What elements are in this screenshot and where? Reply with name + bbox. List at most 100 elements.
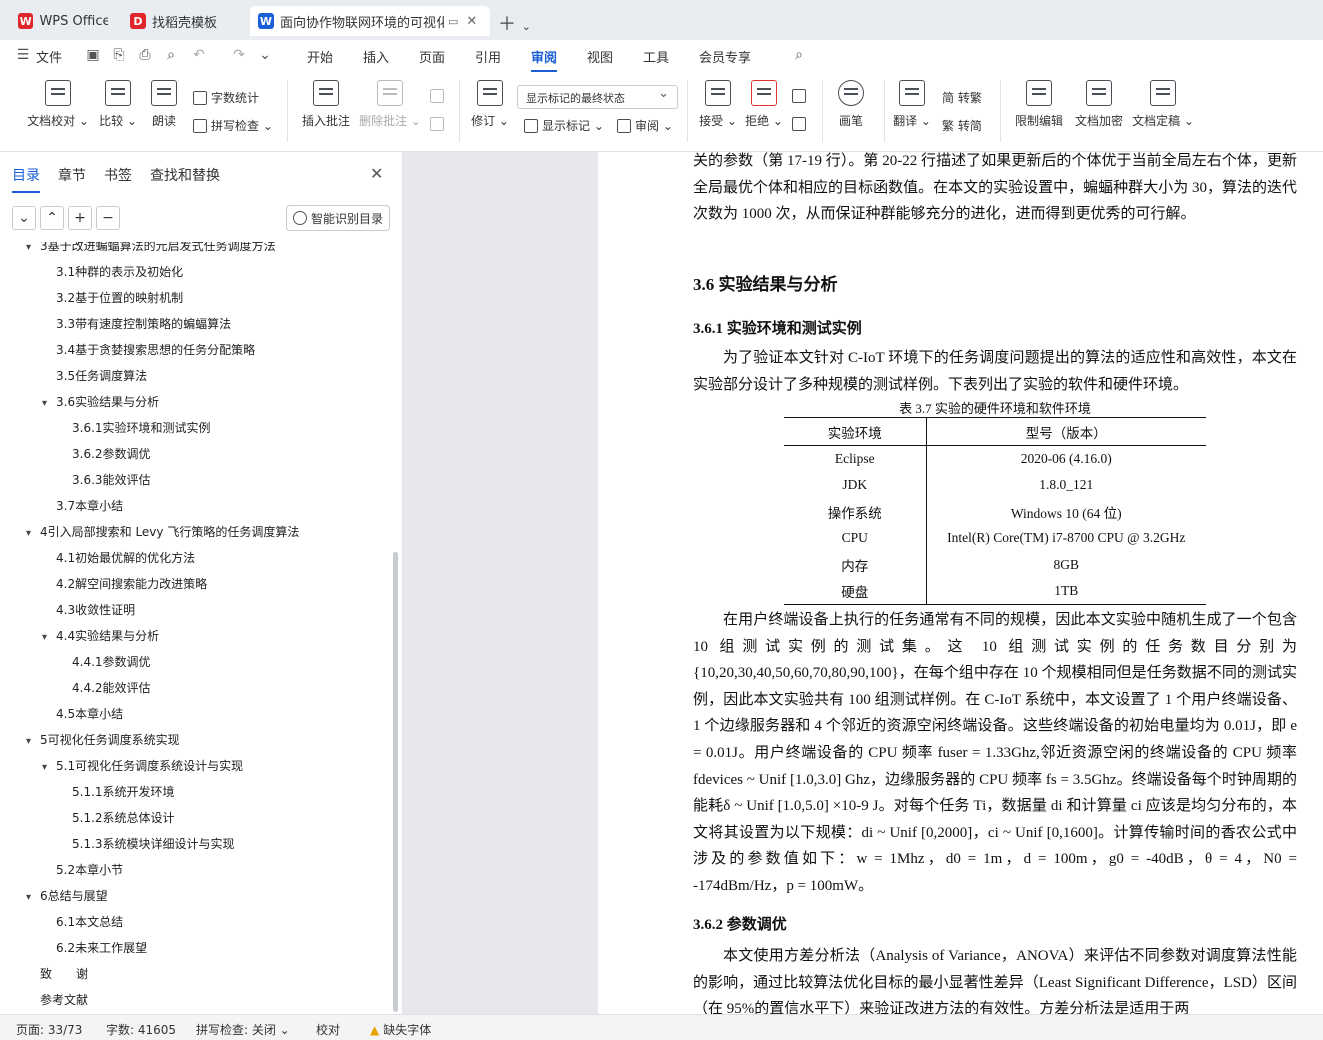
toc-item[interactable]: 4.3收敛性证明 (42, 600, 135, 620)
monitor-icon[interactable]: ▭ (448, 15, 458, 28)
next-change-button[interactable] (792, 117, 810, 131)
show-markup-button[interactable]: 显示标记 ⌄ (524, 117, 604, 134)
menu-page[interactable]: 页面 (419, 47, 445, 66)
spell-check-button[interactable]: 拼写检查 ⌄ (193, 117, 273, 134)
hamburger-menu-icon[interactable]: ☰ (14, 47, 32, 65)
toc-item[interactable]: ▾ 3基于改进蝙蝠算法的元启发式任务调度方法 (26, 242, 276, 256)
close-tab-icon[interactable]: ✕ (466, 14, 477, 29)
missing-font-status[interactable]: ▲ 缺失字体 (370, 1021, 431, 1038)
toc-item[interactable]: 3.2基于位置的映射机制 (42, 288, 183, 308)
toc-item[interactable]: ▾ 5.1可视化任务调度系统设计与实现 (42, 756, 243, 776)
new-tab-icon[interactable]: ＋ ⌄ (498, 10, 531, 36)
chevron-down-icon[interactable]: ▾ (26, 732, 40, 752)
chevron-down-icon[interactable]: ▾ (26, 888, 40, 908)
pen-button[interactable]: 画笔 (823, 80, 879, 129)
prev-change-button[interactable] (792, 89, 810, 103)
toc-item[interactable]: 3.6.1实验环境和测试实例 (58, 418, 211, 438)
restrict-editing-button[interactable]: 限制编辑 (1008, 80, 1070, 129)
spell-check-status[interactable]: 拼写检查: 关闭 ⌄ (196, 1021, 290, 1038)
toc-item[interactable]: 5.1.1系统开发环境 (58, 782, 175, 802)
insert-comment-button[interactable]: 插入批注 (297, 80, 355, 129)
document-page[interactable]: 关的参数（第 17-19 行）。第 20-22 行描述了如果更新后的个体优于当前… (598, 152, 1323, 1014)
toc-item[interactable]: 4.1初始最优解的优化方法 (42, 548, 195, 568)
remove-heading-icon[interactable]: − (96, 206, 120, 230)
chevron-down-icon[interactable]: ▾ (42, 758, 56, 778)
review-pane-button[interactable]: 审阅 ⌄ (617, 117, 673, 134)
print-preview-icon[interactable]: ⌕ (162, 47, 180, 65)
toc-item[interactable]: 4.4.1参数调优 (58, 652, 151, 672)
toc-item[interactable]: 3.6.3能效评估 (58, 470, 151, 490)
tab-bookmarks[interactable]: 书签 (104, 165, 132, 185)
menu-home[interactable]: 开始 (307, 47, 333, 66)
simp-to-trad-button[interactable]: 简 转繁 (942, 89, 982, 106)
trad-to-simp-button[interactable]: 繁 转简 (942, 117, 982, 134)
encrypt-button[interactable]: 文档加密 (1068, 80, 1130, 129)
proofread-button[interactable]: 文档校对 ⌄ (26, 80, 90, 129)
print-icon[interactable]: ⎙ (136, 47, 154, 65)
toc-item[interactable]: 6.1本文总结 (42, 912, 123, 932)
reject-button[interactable]: 拒绝 ⌄ (736, 80, 792, 129)
toc-item[interactable]: 3.4基于贪婪搜索思想的任务分配策略 (42, 340, 255, 360)
page-count[interactable]: 页面: 33/73 (16, 1021, 82, 1038)
quick-access-more-icon[interactable]: ⌄ (256, 47, 274, 65)
toc-item[interactable]: 4.2解空间搜索能力改进策略 (42, 574, 207, 594)
toc-item[interactable]: 5.1.2系统总体设计 (58, 808, 175, 828)
toc-item[interactable]: 3.7本章小结 (42, 496, 123, 516)
menu-file[interactable]: 文件 (36, 47, 62, 66)
tab-toc[interactable]: 目录 (12, 165, 40, 193)
delete-comment-button[interactable]: 删除批注 ⌄ (358, 80, 422, 129)
save-icon[interactable]: ▣ (84, 47, 102, 65)
finalize-button[interactable]: 文档定稿 ⌄ (1130, 80, 1196, 129)
toc-item[interactable]: 5.1.3系统模块详细设计与实现 (58, 834, 235, 854)
toc-item[interactable]: 参考文献 (26, 990, 88, 1010)
read-aloud-button[interactable]: 朗读 (136, 80, 192, 129)
tab-wps-office[interactable]: W WPS Office (10, 6, 116, 36)
prev-comment-button[interactable] (430, 89, 448, 103)
toc-item[interactable]: 3.3带有速度控制策略的蝙蝠算法 (42, 314, 231, 334)
tab-find-replace[interactable]: 查找和替换 (150, 165, 220, 185)
chevron-down-icon[interactable]: ▾ (26, 524, 40, 544)
word-count-button[interactable]: 字数统计 (193, 89, 259, 106)
collapse-icon[interactable]: ⌃ (40, 206, 64, 230)
toc-item[interactable]: 4.4.2能效评估 (58, 678, 151, 698)
toc-scrollbar[interactable] (393, 552, 398, 1012)
toc-item[interactable]: 3.6.2参数调优 (58, 444, 151, 464)
toc-item[interactable]: ▾ 3.6实验结果与分析 (42, 392, 159, 412)
menu-review[interactable]: 审阅 (531, 47, 558, 72)
next-comment-button[interactable] (430, 117, 448, 131)
toc-item[interactable]: ▾ 4.4实验结果与分析 (42, 626, 159, 646)
word-count[interactable]: 字数: 41605 (106, 1021, 176, 1038)
chevron-down-icon[interactable]: ▾ (42, 394, 56, 414)
toc-item[interactable]: 致 谢 (26, 964, 88, 984)
proof-status[interactable]: 校对 (316, 1021, 340, 1038)
toc-item[interactable]: 3.1种群的表示及初始化 (42, 262, 183, 282)
markup-display-select[interactable]: 显示标记的最终状态 (517, 85, 678, 109)
close-pane-icon[interactable]: ✕ (370, 164, 383, 183)
tab-document[interactable]: W 面向协作物联网环境的可视化 ▭ ✕ (250, 6, 490, 36)
chevron-down-icon[interactable]: ▾ (42, 628, 56, 648)
add-heading-icon[interactable]: + (68, 206, 92, 230)
expand-icon[interactable]: ⌄ (12, 206, 36, 230)
undo-icon[interactable]: ↶ (190, 47, 208, 65)
smart-toc-button[interactable]: 智能识别目录 (286, 205, 390, 231)
search-icon[interactable]: ⌕ (790, 47, 808, 65)
toc-item[interactable]: ▾ 4引入局部搜索和 Levy 飞行策略的任务调度算法 (26, 522, 299, 542)
menu-view[interactable]: 视图 (587, 47, 613, 66)
export-icon[interactable]: ⎘ (110, 47, 128, 65)
toc-item[interactable]: ▾ 5可视化任务调度系统实现 (26, 730, 180, 750)
translate-button[interactable]: 翻译 ⌄ (884, 80, 940, 129)
toc-item[interactable]: 4.5本章小结 (42, 704, 123, 724)
toc-item[interactable]: 6.2未来工作展望 (42, 938, 147, 958)
toc-item[interactable]: 3.5任务调度算法 (42, 366, 147, 386)
track-changes-button[interactable]: 修订 ⌄ (462, 80, 518, 129)
menu-references[interactable]: 引用 (475, 47, 501, 66)
menu-member[interactable]: 会员专享 (699, 47, 751, 66)
chevron-down-icon[interactable]: ▾ (26, 242, 40, 258)
toc-item[interactable]: 5.2本章小节 (42, 860, 123, 880)
menu-insert[interactable]: 插入 (363, 47, 389, 66)
tab-sections[interactable]: 章节 (58, 165, 86, 185)
tab-docer[interactable]: D 找稻壳模板 (122, 6, 242, 36)
menu-tools[interactable]: 工具 (643, 47, 669, 66)
redo-icon[interactable]: ↷ (230, 47, 248, 65)
toc-item[interactable]: ▾ 6总结与展望 (26, 886, 108, 906)
